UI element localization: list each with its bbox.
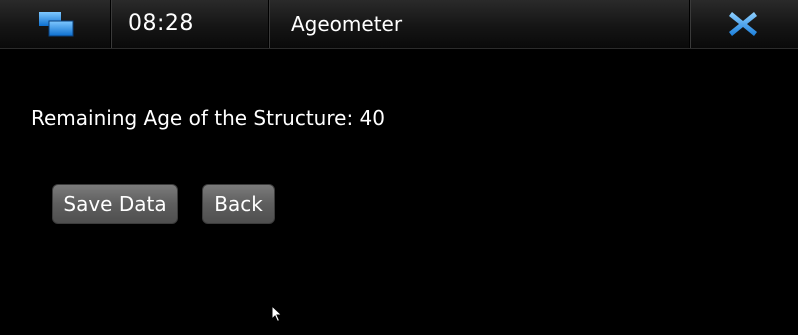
remaining-age-label: Remaining Age of the Structure: 40 — [31, 106, 385, 130]
status-divider — [110, 0, 111, 48]
back-button[interactable]: Back — [202, 184, 275, 224]
app-title: Ageometer — [291, 12, 403, 36]
status-divider — [689, 0, 690, 48]
status-bar: 08:28 Ageometer — [0, 0, 798, 49]
clock: 08:28 — [128, 11, 194, 36]
status-divider — [268, 0, 269, 48]
task-switcher-icon[interactable] — [36, 9, 76, 39]
save-data-button[interactable]: Save Data — [52, 184, 178, 224]
close-icon[interactable] — [726, 8, 760, 40]
mouse-pointer-icon — [271, 304, 283, 323]
